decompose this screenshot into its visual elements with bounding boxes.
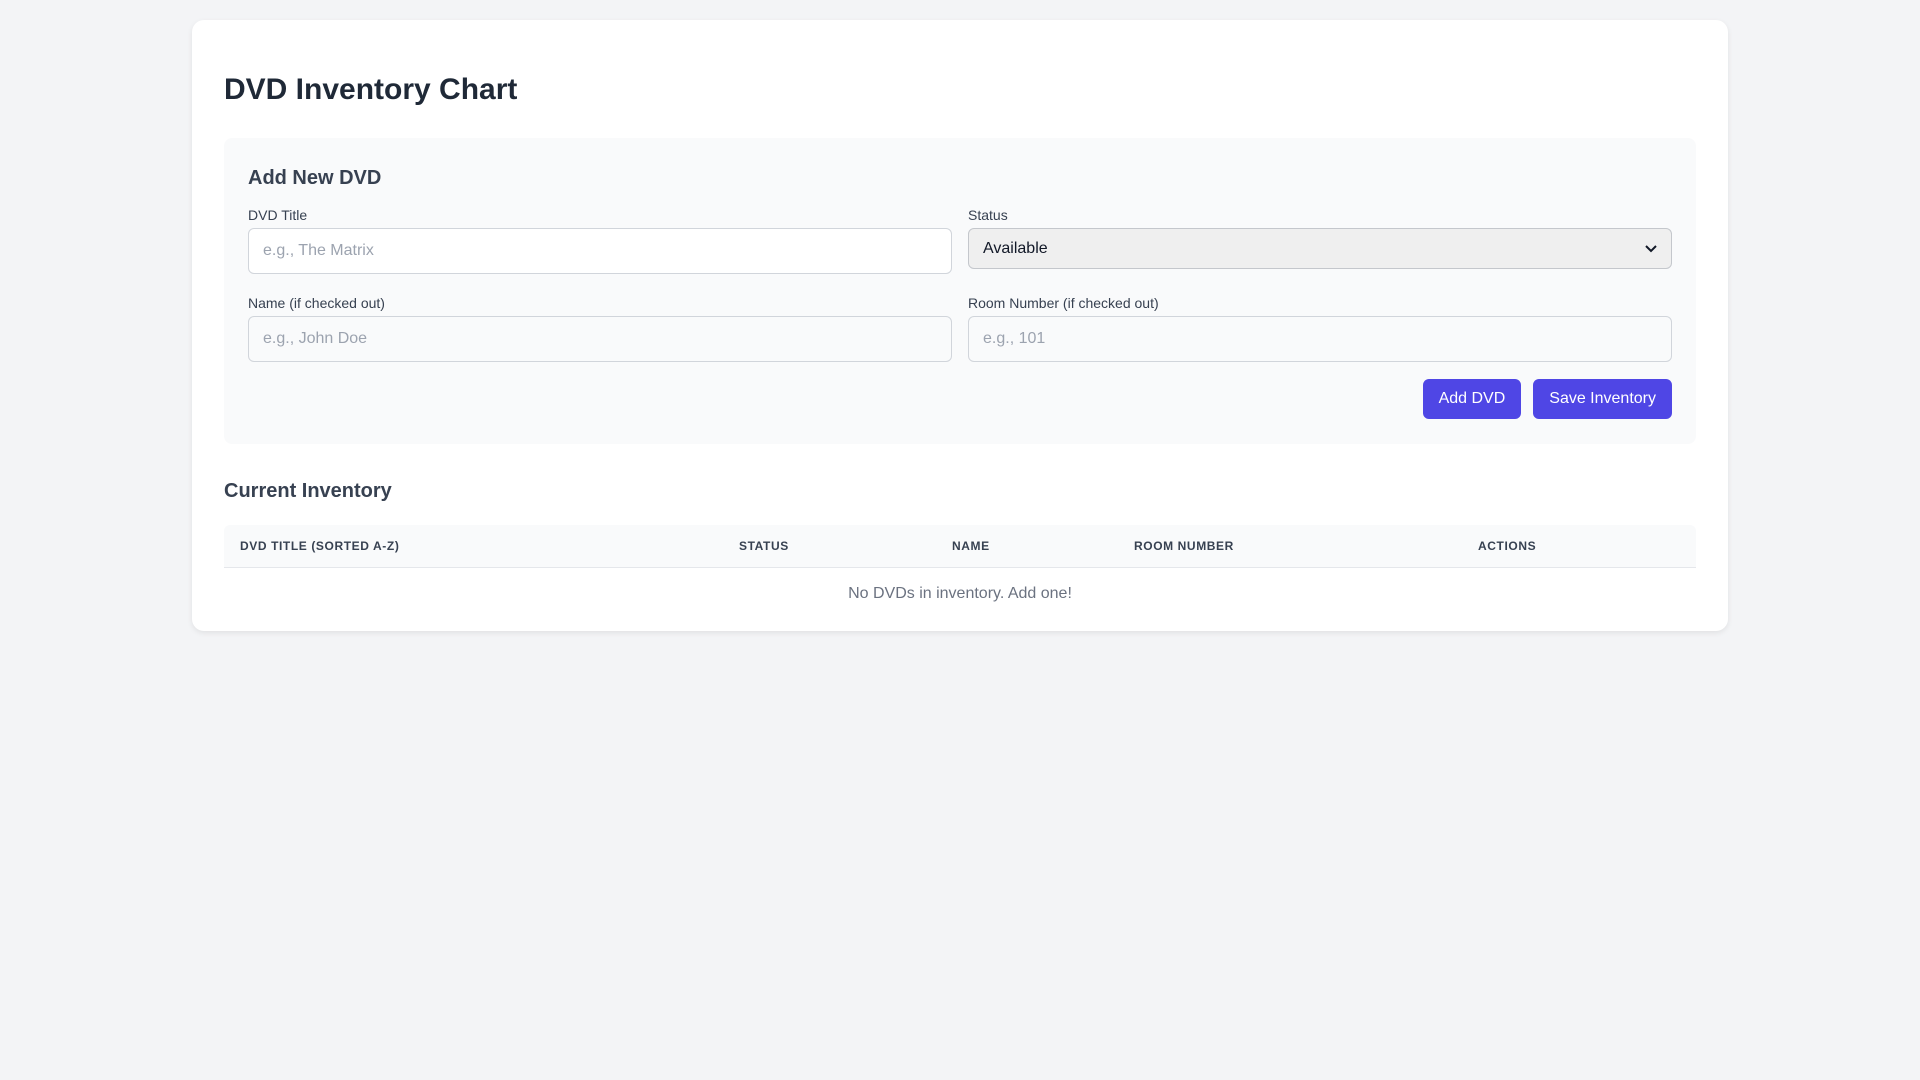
- inventory-heading: Current Inventory: [224, 480, 392, 502]
- column-header-dvd-title[interactable]: DVD Title (Sorted A-Z): [224, 539, 723, 553]
- column-header-name: Name: [952, 539, 990, 553]
- column-header-actions: Actions: [1478, 539, 1537, 553]
- name-input[interactable]: [248, 316, 952, 362]
- chevron-down-icon: [1645, 242, 1657, 256]
- form-heading: Add New DVD: [248, 167, 382, 189]
- name-field-group: Name (if checked out): [248, 294, 952, 362]
- status-label: Status: [968, 207, 1008, 223]
- inventory-card: DVD Inventory Chart Add New DVD DVD Titl…: [192, 20, 1728, 631]
- room-number-label: Room Number (if checked out): [968, 295, 1159, 311]
- form-actions: Add DVD Save Inventory: [248, 379, 1672, 419]
- dvd-title-input[interactable]: [248, 228, 952, 274]
- status-select[interactable]: Available: [968, 228, 1672, 269]
- add-dvd-button[interactable]: Add DVD: [1422, 379, 1522, 419]
- name-label: Name (if checked out): [248, 295, 385, 311]
- status-selected-value: Available: [983, 239, 1048, 257]
- column-header-status: Status: [739, 539, 789, 553]
- add-dvd-form: Add New DVD DVD Title Status Available N…: [224, 138, 1696, 444]
- room-number-input[interactable]: [968, 316, 1672, 362]
- status-field-group: Status Available: [968, 206, 1672, 274]
- table-header: DVD Title (Sorted A-Z) Status Name Room …: [224, 525, 1696, 568]
- empty-inventory-message: No DVDs in inventory. Add one!: [848, 585, 1072, 602]
- inventory-table: DVD Title (Sorted A-Z) Status Name Room …: [224, 525, 1696, 620]
- save-inventory-button[interactable]: Save Inventory: [1533, 379, 1672, 419]
- room-number-field-group: Room Number (if checked out): [968, 294, 1672, 362]
- column-header-room-number: Room Number: [1134, 539, 1234, 553]
- dvd-title-label: DVD Title: [248, 207, 308, 223]
- page-title: DVD Inventory Chart: [224, 73, 518, 106]
- dvd-title-field-group: DVD Title: [248, 206, 952, 274]
